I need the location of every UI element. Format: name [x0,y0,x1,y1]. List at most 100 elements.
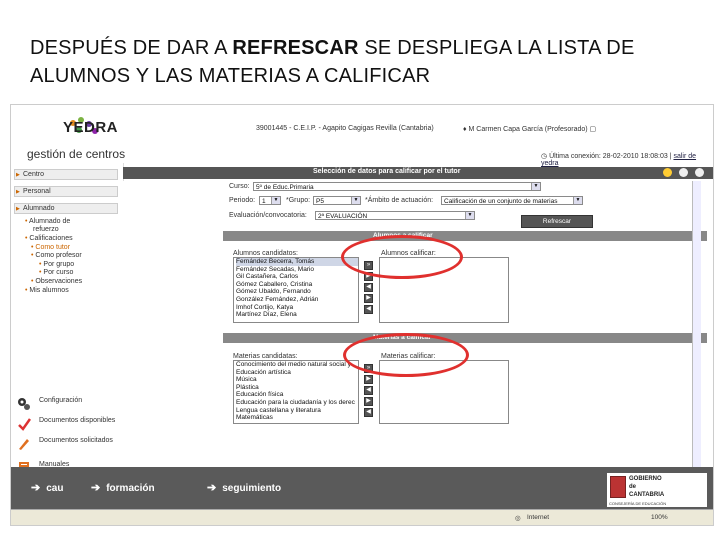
highlight-ellipse-materias [343,333,469,377]
section-materias-bar: Materias a calificar [223,333,707,343]
pencil-doc-icon [19,439,29,450]
ambito-select[interactable]: Calificación de un conjunto de materias ▼ [441,196,583,205]
move-first-icon[interactable]: ◀ [364,305,373,314]
periodo-select[interactable]: 1 ▼ [259,196,281,205]
forward-icon[interactable] [695,168,704,177]
sidebar-sub-como-tutor-label: Como tutor [35,244,71,251]
status-zoom[interactable]: 100% [651,514,668,521]
page-title: Selección de datos para calificar por el… [313,168,461,175]
materias-candidatas-list[interactable]: Conocimiento del medio natural social y … [233,360,359,424]
curso-value: 5º de Educ.Primaria [256,184,314,191]
grupo-value: P5 [316,198,324,205]
alumnos-candidatos-list[interactable]: Fernández Becerra, Tomás Fernández Secad… [233,257,359,323]
footer-link-formacion[interactable]: formación [91,481,154,494]
sidebar-item-personal[interactable]: Personal [14,186,118,197]
sidebar-tool-documentos-solicitados[interactable]: Documentos solicitados [15,435,121,455]
user-name: M Carmen Capa García (Profesorado) [468,126,588,133]
gov-line1: GOBIERNO [629,476,662,482]
refresh-button[interactable]: Refrescar [521,215,593,228]
sidebar-sub-por-grupo[interactable]: • Por grupo [39,261,74,269]
app-header: YEDRA 39001445 - C.E.I.P. - Agapito Cagi… [11,105,713,167]
evaluacion-label: Evaluación/convocatoria: [229,212,307,219]
sidebar-sub-observaciones-label: Observaciones [35,278,83,285]
evaluacion-value: 2ª EVALUACIÓN [318,213,368,220]
gobierno-text: GOBIERNO de CANTABRIA [629,475,664,499]
clock-icon: ◷ [541,153,548,160]
page-title-bar: Selección de datos para calificar por el… [123,167,713,179]
list-item[interactable]: Gil Castañera, Carlos [236,273,358,281]
sidebar-sub-refuerzo-label-2[interactable]: refuerzo [33,226,59,234]
sidebar-sub-por-curso[interactable]: • Por curso [39,269,73,277]
move-left-icon[interactable]: ◀ [364,283,373,292]
move-last-icon[interactable]: ▶ [364,294,373,303]
periodo-value: 1 [262,198,266,205]
browser-status-bar: ◎ Internet 100% [11,509,713,525]
gov-sub: CONSEJERÍA DE EDUCACIÓN [609,501,667,506]
gov-line3: CANTABRIA [629,492,665,498]
list-item[interactable]: Plástica [236,384,358,392]
sidebar-sub-refuerzo-label-1: Alumnado de [29,218,71,225]
periodo-label: Periodo: [229,197,256,204]
materias-candidatas-label: Materias candidatas: [233,353,298,360]
sidebar-tool-documentos-disponibles[interactable]: Documentos disponibles [15,415,121,435]
list-item[interactable]: Música [236,376,358,384]
last-connection: ◷ Última conexión: 28-02-2010 18:08:03 |… [541,152,713,167]
section-alumnos-bar: Alumnos a calificar [223,231,707,241]
list-item[interactable]: Gómez Caballero, Cristina [236,281,358,289]
sidebar-sub-refuerzo[interactable]: • Alumnado de [25,218,70,226]
sidebar-tool-configuracion[interactable]: Configuración [15,395,121,415]
chevron-down-icon: ▼ [271,197,280,204]
footer-bar: cau formación seguimiento GOBIERNO de CA… [11,467,713,509]
sidebar-sub-como-tutor[interactable]: • Como tutor [31,244,70,252]
globe-icon: ◎ [515,515,521,522]
list-item[interactable]: Martínez Díaz, Elena [236,311,358,319]
move-left-icon[interactable]: ◀ [364,386,373,395]
curso-select[interactable]: 5º de Educ.Primaria ▼ [253,182,541,191]
sidebar-sub-calificaciones[interactable]: • Calificaciones [25,235,73,243]
app-screenshot: YEDRA 39001445 - C.E.I.P. - Agapito Cagi… [10,104,714,526]
footer-link-cau[interactable]: cau [31,481,63,494]
footer-link-seguimiento[interactable]: seguimiento [207,481,281,494]
list-item[interactable]: Educación artística [236,369,358,377]
sidebar-sub-mis-alumnos[interactable]: • Mis alumnos [25,287,69,295]
move-last-icon[interactable]: ▶ [364,397,373,406]
chevron-down-icon: ▼ [351,197,360,204]
gears-icon [18,398,30,410]
move-first-icon[interactable]: ◀ [364,408,373,417]
list-item[interactable]: Lengua castellana y literatura [236,407,358,415]
list-item[interactable]: Educación física [236,391,358,399]
sidebar-item-centro[interactable]: Centro [14,169,118,180]
smiley-icon[interactable] [663,168,672,177]
evaluacion-select[interactable]: 2ª EVALUACIÓN ▼ [315,211,475,220]
list-item[interactable]: Imhof Cortijo, Katya [236,304,358,312]
grupo-select[interactable]: P5 ▼ [313,196,361,205]
status-zone: Internet [527,514,550,521]
sidebar-sub-como-profesor[interactable]: • Como profesor [31,252,82,260]
form-scrollbar[interactable] [692,181,701,481]
user-card-icon[interactable]: ▢ [590,126,597,133]
back-icon[interactable] [679,168,688,177]
sidebar-item-alumnado[interactable]: Alumnado [14,203,118,214]
gov-line2: de [629,484,637,490]
slide-title-part1: DESPUÉS DE DAR A [30,37,233,59]
sidebar-sub-observaciones[interactable]: • Observaciones [31,278,82,286]
list-item[interactable]: Fernández Becerra, Tomás [236,258,358,266]
sidebar: Centro Personal Alumnado • Alumnado de r… [11,163,124,491]
list-item[interactable]: González Fernández, Adrián [236,296,358,304]
highlight-ellipse-alumnos [341,235,463,279]
sidebar-sub-mis-alumnos-label: Mis alumnos [29,287,69,294]
move-right-icon[interactable]: ▶ [364,375,373,384]
list-item[interactable]: Conocimiento del medio natural social y [236,361,358,369]
list-item[interactable]: Fernández Secadas, Mario [236,266,358,274]
user-info: ♦ M Carmen Capa García (Profesorado) ▢ [463,126,597,133]
app-subtitle: gestión de centros [27,147,126,161]
coat-of-arms-icon [610,476,626,498]
list-item[interactable]: Educación para la ciudadanía y los derec [236,399,358,407]
sidebar-sub-calificaciones-label: Calificaciones [29,235,73,242]
list-item[interactable]: Matemáticas [236,414,358,422]
curso-label: Curso: [229,183,250,190]
tool-label: Configuración [39,397,83,404]
list-item[interactable]: Gómez Ubaldo, Fernando [236,288,358,296]
gobierno-cantabria-logo: GOBIERNO de CANTABRIA CONSEJERÍA DE EDUC… [607,473,707,507]
slide-title-bold: REFRESCAR [232,37,359,59]
